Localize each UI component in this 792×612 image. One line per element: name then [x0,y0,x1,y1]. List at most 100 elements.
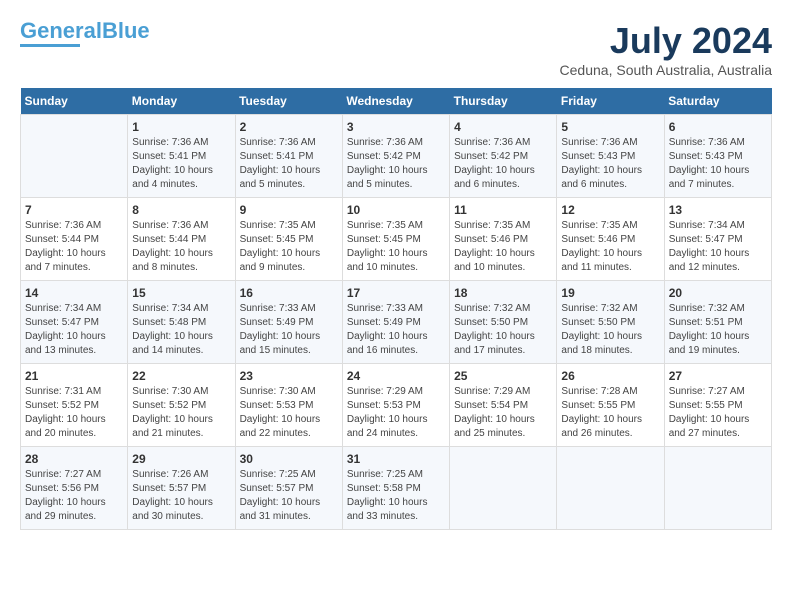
day-info: Sunrise: 7:27 AM Sunset: 5:55 PM Dayligh… [669,385,767,441]
day-number: 20 [669,286,767,300]
day-info: Sunrise: 7:34 AM Sunset: 5:47 PM Dayligh… [25,302,123,358]
logo-underline [20,44,80,47]
cell-week1-day2: 1Sunrise: 7:36 AM Sunset: 5:41 PM Daylig… [128,115,235,198]
cell-week2-day4: 10 Sunrise: 7:35 AM Sunset: 5:45 PM Dayli… [342,198,449,281]
day-number: 31 [347,452,445,466]
cell-week4-day2: 22 Sunrise: 7:30 AM Sunset: 5:52 PM Dayli… [128,364,235,447]
cell-week4-day3: 23Sunrise: 7:30 AM Sunset: 5:53 PM Dayli… [235,364,342,447]
header-thursday: Thursday [450,88,557,115]
day-info: Sunrise: 7:35 AM Sunset: 5:45 PM Dayligh… [240,219,338,275]
day-number: 4 [454,120,552,134]
day-info: Sunrise: 7:36 AM Sunset: 5:44 PM Dayligh… [132,219,230,275]
day-info: Sunrise: 7:25 AM Sunset: 5:57 PM Dayligh… [240,468,338,524]
day-info: Sunrise: 7:30 AM Sunset: 5:52 PM Dayligh… [132,385,230,441]
cell-week1-day1 [21,115,128,198]
cell-week4-day5: 25Sunrise: 7:29 AM Sunset: 5:54 PM Dayli… [450,364,557,447]
cell-week3-day1: 14 Sunrise: 7:34 AM Sunset: 5:47 PM Dayli… [21,281,128,364]
day-info: Sunrise: 7:28 AM Sunset: 5:55 PM Dayligh… [561,385,659,441]
week-row-5: 28 Sunrise: 7:27 AM Sunset: 5:56 PM Dayli… [21,447,772,530]
cell-week2-day6: 12 Sunrise: 7:35 AM Sunset: 5:46 PM Dayli… [557,198,664,281]
day-info: Sunrise: 7:33 AM Sunset: 5:49 PM Dayligh… [240,302,338,358]
cell-week4-day1: 21 Sunrise: 7:31 AM Sunset: 5:52 PM Dayli… [21,364,128,447]
day-number: 23 [240,369,338,383]
header-tuesday: Tuesday [235,88,342,115]
day-number: 26 [561,369,659,383]
cell-week5-day3: 30Sunrise: 7:25 AM Sunset: 5:57 PM Dayli… [235,447,342,530]
day-info: Sunrise: 7:32 AM Sunset: 5:50 PM Dayligh… [561,302,659,358]
day-number: 10 [347,203,445,217]
day-number: 8 [132,203,230,217]
calendar-table: SundayMondayTuesdayWednesdayThursdayFrid… [20,88,772,530]
title-section: July 2024 Ceduna, South Australia, Austr… [560,20,772,78]
day-info: Sunrise: 7:31 AM Sunset: 5:52 PM Dayligh… [25,385,123,441]
day-info: Sunrise: 7:32 AM Sunset: 5:51 PM Dayligh… [669,302,767,358]
day-info: Sunrise: 7:34 AM Sunset: 5:48 PM Dayligh… [132,302,230,358]
cell-week2-day5: 11 Sunrise: 7:35 AM Sunset: 5:46 PM Dayli… [450,198,557,281]
day-number: 15 [132,286,230,300]
day-number: 18 [454,286,552,300]
calendar-header-row: SundayMondayTuesdayWednesdayThursdayFrid… [21,88,772,115]
logo-general: General [20,18,102,43]
cell-week5-day1: 28 Sunrise: 7:27 AM Sunset: 5:56 PM Dayli… [21,447,128,530]
day-number: 28 [25,452,123,466]
cell-week3-day3: 16Sunrise: 7:33 AM Sunset: 5:49 PM Dayli… [235,281,342,364]
week-row-1: 1Sunrise: 7:36 AM Sunset: 5:41 PM Daylig… [21,115,772,198]
cell-week1-day5: 4Sunrise: 7:36 AM Sunset: 5:42 PM Daylig… [450,115,557,198]
day-number: 6 [669,120,767,134]
day-info: Sunrise: 7:27 AM Sunset: 5:56 PM Dayligh… [25,468,123,524]
day-number: 5 [561,120,659,134]
header-sunday: Sunday [21,88,128,115]
cell-week3-day6: 19 Sunrise: 7:32 AM Sunset: 5:50 PM Dayli… [557,281,664,364]
header-saturday: Saturday [664,88,771,115]
day-number: 11 [454,203,552,217]
cell-week2-day1: 7 Sunrise: 7:36 AM Sunset: 5:44 PM Daylig… [21,198,128,281]
day-info: Sunrise: 7:25 AM Sunset: 5:58 PM Dayligh… [347,468,445,524]
day-info: Sunrise: 7:29 AM Sunset: 5:54 PM Dayligh… [454,385,552,441]
header-wednesday: Wednesday [342,88,449,115]
day-info: Sunrise: 7:36 AM Sunset: 5:41 PM Dayligh… [240,136,338,192]
logo: GeneralBlue [20,20,150,47]
day-info: Sunrise: 7:35 AM Sunset: 5:45 PM Dayligh… [347,219,445,275]
day-info: Sunrise: 7:36 AM Sunset: 5:43 PM Dayligh… [669,136,767,192]
day-number: 19 [561,286,659,300]
day-info: Sunrise: 7:36 AM Sunset: 5:41 PM Dayligh… [132,136,230,192]
cell-week5-day2: 29 Sunrise: 7:26 AM Sunset: 5:57 PM Dayli… [128,447,235,530]
day-info: Sunrise: 7:26 AM Sunset: 5:57 PM Dayligh… [132,468,230,524]
cell-week3-day5: 18Sunrise: 7:32 AM Sunset: 5:50 PM Dayli… [450,281,557,364]
cell-week3-day7: 20 Sunrise: 7:32 AM Sunset: 5:51 PM Dayli… [664,281,771,364]
header-monday: Monday [128,88,235,115]
logo-blue: Blue [102,18,150,43]
day-number: 24 [347,369,445,383]
cell-week3-day4: 17 Sunrise: 7:33 AM Sunset: 5:49 PM Dayli… [342,281,449,364]
cell-week2-day7: 13 Sunrise: 7:34 AM Sunset: 5:47 PM Dayli… [664,198,771,281]
cell-week1-day4: 3Sunrise: 7:36 AM Sunset: 5:42 PM Daylig… [342,115,449,198]
day-number: 12 [561,203,659,217]
day-info: Sunrise: 7:35 AM Sunset: 5:46 PM Dayligh… [454,219,552,275]
cell-week3-day2: 15 Sunrise: 7:34 AM Sunset: 5:48 PM Dayli… [128,281,235,364]
cell-week4-day4: 24 Sunrise: 7:29 AM Sunset: 5:53 PM Dayli… [342,364,449,447]
cell-week5-day5 [450,447,557,530]
day-number: 7 [25,203,123,217]
day-info: Sunrise: 7:36 AM Sunset: 5:43 PM Dayligh… [561,136,659,192]
day-number: 29 [132,452,230,466]
day-info: Sunrise: 7:35 AM Sunset: 5:46 PM Dayligh… [561,219,659,275]
logo-text: GeneralBlue [20,20,150,42]
day-info: Sunrise: 7:34 AM Sunset: 5:47 PM Dayligh… [669,219,767,275]
day-info: Sunrise: 7:36 AM Sunset: 5:44 PM Dayligh… [25,219,123,275]
cell-week1-day7: 6 Sunrise: 7:36 AM Sunset: 5:43 PM Daylig… [664,115,771,198]
day-info: Sunrise: 7:29 AM Sunset: 5:53 PM Dayligh… [347,385,445,441]
cell-week4-day6: 26 Sunrise: 7:28 AM Sunset: 5:55 PM Dayli… [557,364,664,447]
day-number: 27 [669,369,767,383]
day-number: 22 [132,369,230,383]
day-info: Sunrise: 7:36 AM Sunset: 5:42 PM Dayligh… [347,136,445,192]
day-info: Sunrise: 7:33 AM Sunset: 5:49 PM Dayligh… [347,302,445,358]
day-number: 21 [25,369,123,383]
page-header: GeneralBlue July 2024 Ceduna, South Aust… [20,20,772,78]
cell-week2-day3: 9Sunrise: 7:35 AM Sunset: 5:45 PM Daylig… [235,198,342,281]
location: Ceduna, South Australia, Australia [560,62,772,78]
day-number: 2 [240,120,338,134]
day-number: 14 [25,286,123,300]
cell-week5-day7 [664,447,771,530]
day-number: 13 [669,203,767,217]
day-number: 17 [347,286,445,300]
